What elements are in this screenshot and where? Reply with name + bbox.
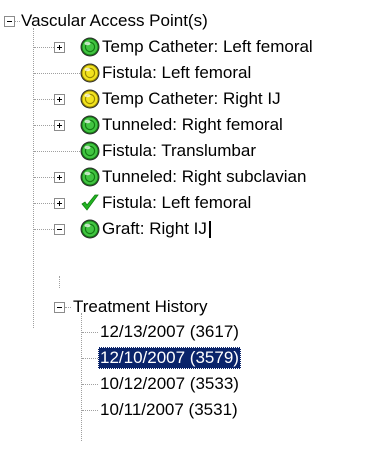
checkmark-icon	[79, 192, 101, 214]
history-item-label[interactable]: 10/11/2007 (3531)	[98, 399, 240, 421]
expand-toggle[interactable]	[54, 224, 65, 235]
history-item-label[interactable]: 12/13/2007 (3617)	[98, 321, 241, 343]
tree-item-label[interactable]: Tunneled: Right femoral	[100, 114, 285, 136]
treatment-history-label[interactable]: Treatment History	[71, 296, 209, 318]
expand-treatment-history-toggle[interactable]	[54, 302, 65, 313]
tree-item-label[interactable]: Temp Catheter: Left femoral	[100, 36, 315, 58]
tree-connector	[82, 358, 98, 359]
tree-connector	[34, 125, 54, 126]
yellow-status-icon	[79, 62, 101, 84]
tree-item-label[interactable]: Temp Catheter: Right IJ	[100, 88, 283, 110]
green-status-icon	[79, 36, 101, 58]
tree-item-label[interactable]: Fistula: Translumbar	[100, 140, 258, 162]
tree-connector	[34, 73, 80, 74]
green-status-icon	[79, 140, 101, 162]
tree-connector	[34, 203, 54, 204]
history-item-label[interactable]: 10/12/2007 (3533)	[98, 373, 241, 395]
tree-root-label[interactable]: Vascular Access Point(s)	[19, 10, 210, 32]
tree-connector	[82, 410, 98, 411]
tree-item-label[interactable]: Fistula: Left femoral	[100, 62, 253, 84]
tree-connector	[59, 276, 60, 288]
expand-root-toggle[interactable]	[4, 16, 15, 27]
tree-connector	[34, 47, 54, 48]
tree-connector	[34, 99, 54, 100]
tree-item-label[interactable]: Graft: Right IJ	[100, 218, 213, 240]
tree-item-label[interactable]: Fistula: Left femoral	[100, 192, 253, 214]
yellow-status-icon	[79, 88, 101, 110]
tree-connector	[34, 151, 80, 152]
tree-connector	[34, 177, 54, 178]
text-cursor	[208, 221, 211, 239]
tree-connector	[82, 332, 98, 333]
expand-toggle[interactable]	[54, 42, 65, 53]
expand-toggle[interactable]	[54, 94, 65, 105]
green-status-icon	[79, 114, 101, 136]
tree-item-label[interactable]: Tunneled: Right subclavian	[100, 166, 308, 188]
tree-connector	[34, 229, 54, 230]
expand-toggle[interactable]	[54, 172, 65, 183]
green-status-icon	[79, 218, 101, 240]
tree-connector	[82, 384, 98, 385]
expand-toggle[interactable]	[54, 120, 65, 131]
expand-toggle[interactable]	[54, 198, 65, 209]
green-status-icon	[79, 166, 101, 188]
history-item-label[interactable]: 12/10/2007 (3579)	[98, 347, 241, 369]
